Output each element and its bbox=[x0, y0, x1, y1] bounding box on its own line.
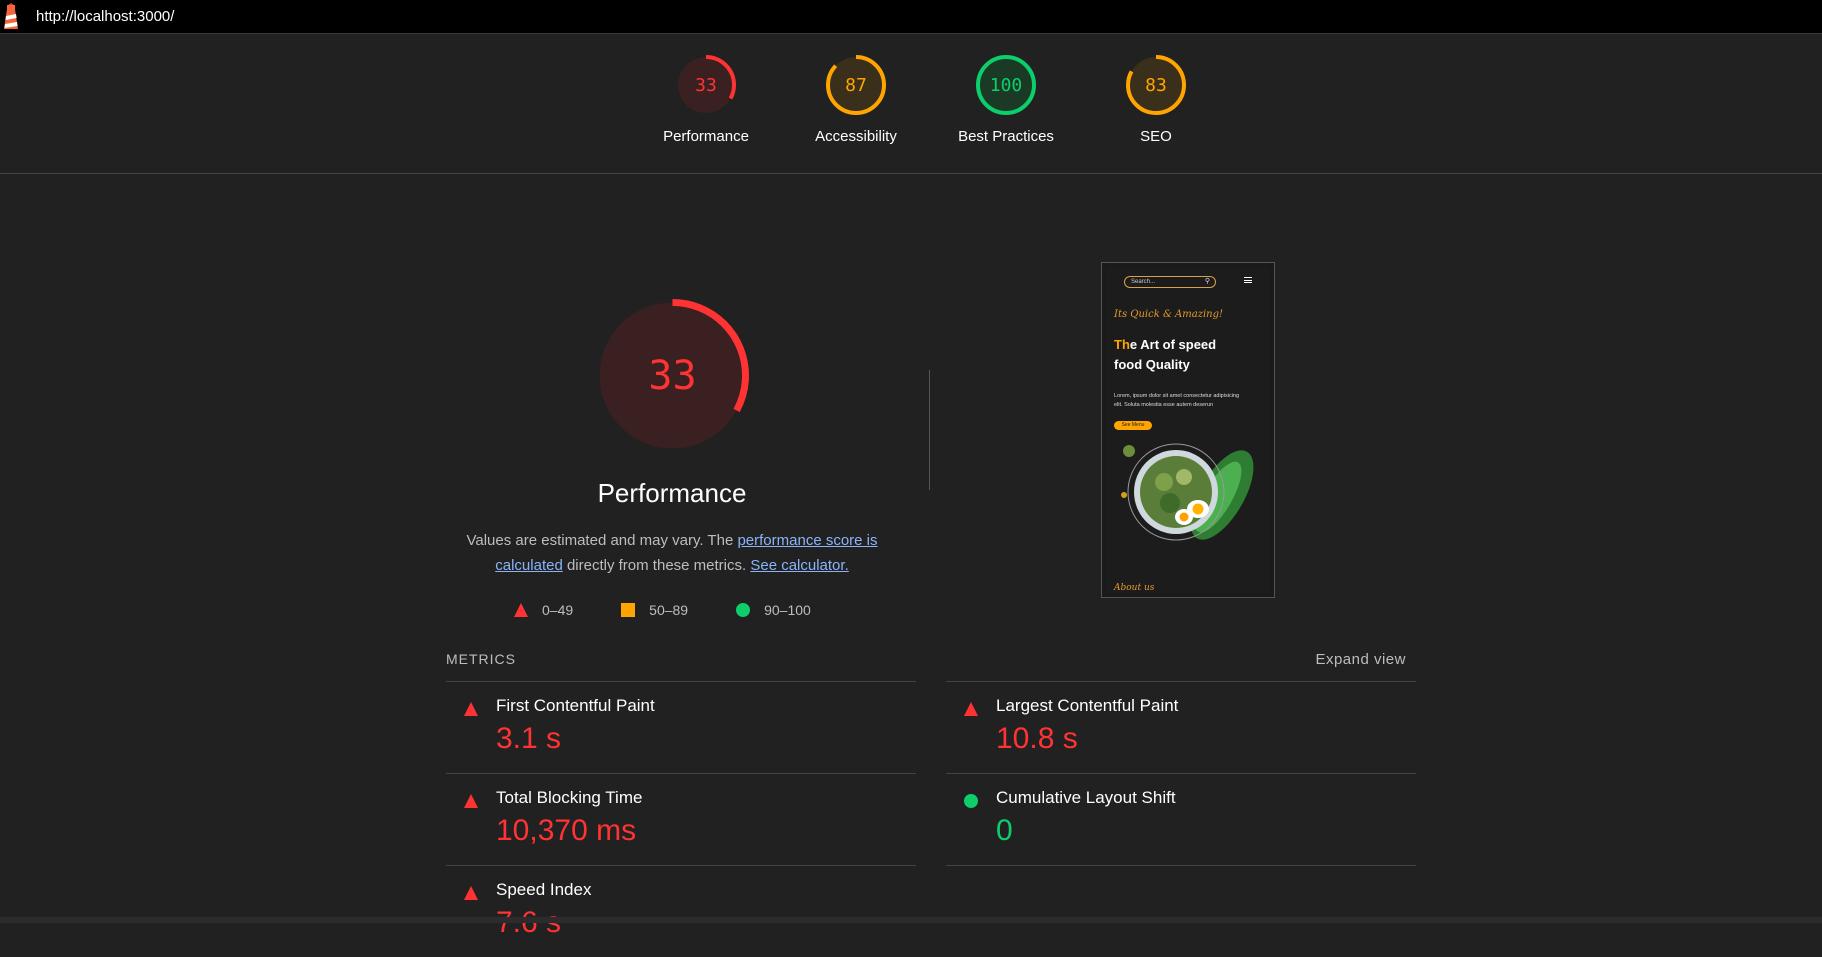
heading-accent: Th bbox=[1114, 337, 1130, 352]
metric-value: 10.8 s bbox=[996, 722, 1078, 755]
category-gauge-accessibility[interactable]: 87 Accessibility bbox=[781, 54, 931, 145]
score-legend: 0–49 50–89 90–100 bbox=[514, 602, 859, 618]
metrics-label: METRICS bbox=[446, 651, 516, 667]
divider bbox=[929, 370, 930, 490]
gauge-score: 33 bbox=[648, 353, 696, 399]
category-label: Performance bbox=[663, 128, 749, 145]
circle-icon bbox=[736, 603, 751, 617]
thumb-tagline: Its Quick & Amazing! bbox=[1114, 309, 1224, 320]
gauge-score: 87 bbox=[845, 75, 867, 96]
metric-total-blocking-time: Total Blocking Time 10,370 ms bbox=[446, 773, 916, 865]
horizontal-scrollbar[interactable] bbox=[0, 917, 1822, 923]
desc-text: directly from these metrics. bbox=[562, 557, 751, 574]
triangle-icon bbox=[514, 603, 528, 617]
fail-triangle-icon bbox=[464, 702, 478, 716]
metric-largest-contentful-paint: Largest Contentful Paint 10.8 s bbox=[946, 681, 1416, 773]
final-screenshot[interactable]: Search... ⚲ Its Quick & Amazing! The Art… bbox=[1101, 262, 1275, 598]
metrics-header: METRICS Expand view bbox=[446, 651, 1406, 681]
legend-average: 50–89 bbox=[621, 602, 688, 618]
metric-value: 0 bbox=[996, 814, 1013, 847]
performance-gauge: 33 bbox=[676, 55, 736, 115]
metric-name: Cumulative Layout Shift bbox=[996, 788, 1176, 807]
see-calculator-link[interactable]: See calculator. bbox=[750, 557, 848, 574]
performance-score-gauge: 33 bbox=[595, 298, 750, 453]
category-gauge-seo[interactable]: 83 SEO bbox=[1081, 54, 1231, 145]
category-label: Best Practices bbox=[958, 128, 1054, 145]
lighthouse-logo-icon bbox=[0, 0, 22, 34]
legend-fail: 0–49 bbox=[514, 602, 573, 618]
category-label: SEO bbox=[1140, 128, 1172, 145]
square-icon bbox=[621, 603, 636, 617]
metric-name: First Contentful Paint bbox=[496, 696, 655, 715]
metric-value: 7.6 s bbox=[496, 906, 561, 940]
performance-description: Values are estimated and may vary. The p… bbox=[446, 528, 898, 578]
best-practices-gauge: 100 bbox=[976, 55, 1036, 115]
thumb-heading: The Art of speed food Quality bbox=[1114, 335, 1244, 375]
heading-rest: e Art of speed food Quality bbox=[1114, 337, 1217, 372]
expand-view-button[interactable]: Expand view bbox=[1315, 651, 1406, 668]
page-url[interactable]: http://localhost:3000/ bbox=[36, 8, 174, 25]
food-plate-image bbox=[1114, 437, 1254, 547]
category-gauge-performance[interactable]: 33 Performance bbox=[631, 54, 781, 145]
gauge-score: 83 bbox=[1145, 75, 1167, 96]
pass-circle-icon bbox=[964, 794, 978, 808]
search-placeholder: Search... bbox=[1131, 279, 1156, 285]
category-gauge-best-practices[interactable]: 100 Best Practices bbox=[931, 54, 1081, 145]
performance-title: Performance bbox=[597, 478, 747, 508]
metric-cumulative-layout-shift: Cumulative Layout Shift 0 bbox=[946, 773, 1416, 865]
fail-triangle-icon bbox=[964, 702, 978, 716]
desc-text: Values are estimated and may vary. The bbox=[466, 532, 738, 549]
gauge-score: 100 bbox=[990, 75, 1023, 96]
legend-label: 0–49 bbox=[542, 602, 574, 618]
hamburger-menu-icon bbox=[1244, 277, 1252, 283]
metric-name: Total Blocking Time bbox=[496, 788, 643, 807]
gauge-score: 33 bbox=[695, 75, 717, 96]
metric-name: Largest Contentful Paint bbox=[996, 696, 1179, 715]
thumb-search-field: Search... ⚲ bbox=[1124, 276, 1216, 288]
metric-name: Speed Index bbox=[496, 880, 592, 899]
thumb-menu-button: See Menu bbox=[1114, 421, 1152, 430]
fail-triangle-icon bbox=[464, 886, 478, 900]
thumb-paragraph: Lorem, ipsum dolor sit amet consectetur … bbox=[1114, 393, 1240, 408]
divider bbox=[946, 865, 1416, 866]
seo-gauge: 83 bbox=[1126, 55, 1186, 115]
metric-value: 10,370 ms bbox=[496, 814, 637, 847]
thumb-about-heading: About us bbox=[1114, 583, 1155, 593]
metric-value: 3.1 s bbox=[496, 722, 562, 755]
metric-speed-index: Speed Index 7.6 s bbox=[446, 865, 916, 957]
fail-triangle-icon bbox=[464, 794, 478, 808]
search-icon: ⚲ bbox=[1204, 278, 1210, 285]
legend-label: 50–89 bbox=[649, 602, 689, 618]
legend-pass: 90–100 bbox=[736, 602, 811, 618]
url-bar: http://localhost:3000/ bbox=[0, 0, 1822, 34]
accessibility-gauge: 87 bbox=[826, 55, 886, 115]
legend-label: 90–100 bbox=[764, 602, 811, 618]
metric-first-contentful-paint: First Contentful Paint 3.1 s bbox=[446, 681, 916, 773]
score-header: 33 Performance 87 Accessibility 100 Best… bbox=[0, 34, 1822, 174]
category-label: Accessibility bbox=[815, 128, 897, 145]
screenshot-content: Search... ⚲ Its Quick & Amazing! The Art… bbox=[1106, 267, 1270, 593]
